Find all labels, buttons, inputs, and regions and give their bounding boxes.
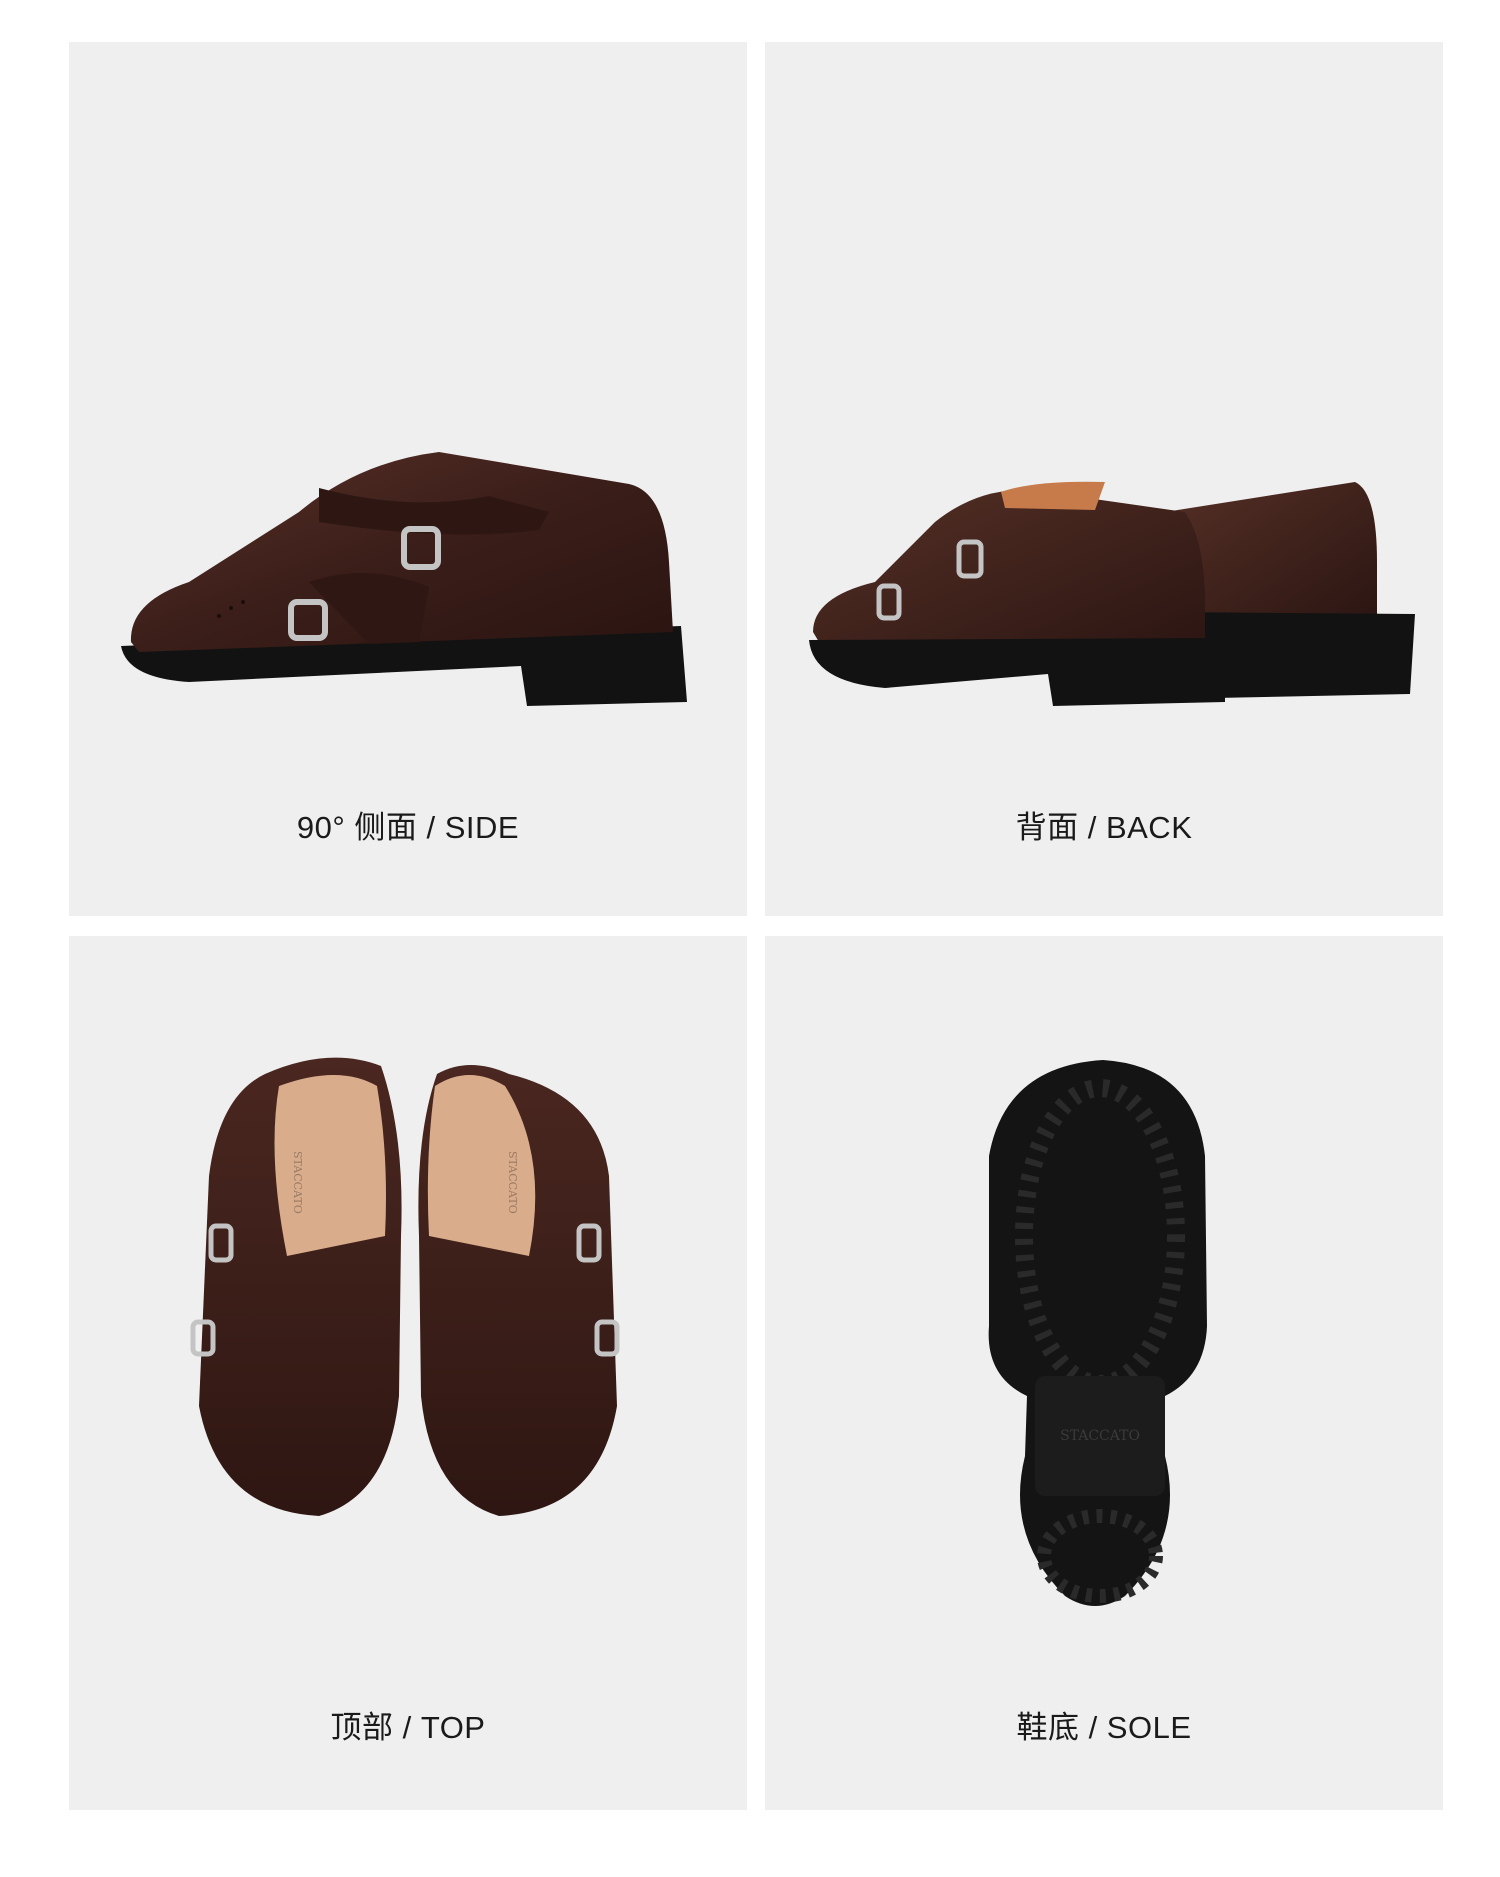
shoe-side-photo [69, 42, 747, 802]
shoe-top-photo: STACCATO STACCATO [69, 936, 747, 1696]
view-panel-top: STACCATO STACCATO 顶部 / TOP [69, 936, 747, 1810]
shoe-sole-photo: STACCATO [765, 936, 1443, 1696]
sole-brand: STACCATO [1060, 1428, 1140, 1444]
panel-caption: 背面 / BACK [1015, 810, 1193, 845]
shoe-back-photo [765, 42, 1443, 802]
view-panel-back: 背面 / BACK [765, 42, 1443, 916]
panel-caption: 鞋底 / SOLE [1016, 1710, 1192, 1745]
insole-brand: STACCATO [291, 1151, 304, 1214]
insole-brand: STACCATO [506, 1151, 519, 1214]
panel-caption: 90° 侧面 / SIDE [296, 810, 520, 845]
panel-caption: 顶部 / TOP [330, 1710, 486, 1745]
view-panel-side: 90° 侧面 / SIDE [69, 42, 747, 916]
view-panel-sole: STACCATO 鞋底 / SOLE [765, 936, 1443, 1810]
